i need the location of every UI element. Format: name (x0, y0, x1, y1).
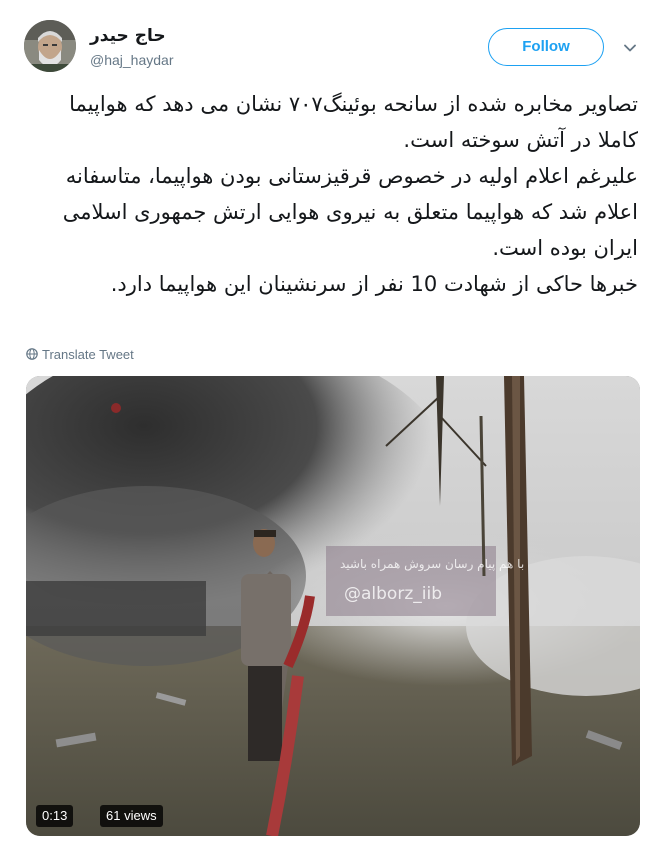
video-views-badge: 61 views (100, 805, 163, 827)
chevron-down-icon[interactable] (622, 40, 638, 56)
avatar[interactable] (24, 20, 76, 72)
tweet-header: حاج حیدر @haj_haydar Follow (24, 20, 644, 76)
user-handle[interactable]: @haj_haydar (90, 52, 174, 68)
video-frame (26, 376, 640, 836)
video-watermark-text: با هم پیام رسان سروش همراه باشید (340, 557, 525, 571)
tweet-card: حاج حیدر @haj_haydar Follow تصاویر مخابر… (0, 0, 660, 846)
translate-tweet-label: Translate Tweet (42, 347, 134, 362)
user-display-name[interactable]: حاج حیدر (90, 26, 166, 46)
video-watermark-handle: @alborz_iib (344, 584, 442, 604)
follow-button[interactable]: Follow (488, 28, 604, 66)
tweet-text-line: علیرغم اعلام اولیه در خصوص قرقیزستانی بو… (62, 164, 638, 260)
tweet-text-line: تصاویر مخابره شده از سانحه بوئینگ۷۰۷ نشا… (69, 92, 638, 152)
video-duration-badge: 0:13 (36, 805, 74, 827)
tweet-text-line: خبرها حاکی از شهادت 10 نفر از سرنشینان ا… (110, 272, 638, 296)
video-player[interactable]: با هم پیام رسان سروش همراه باشید @alborz… (26, 376, 640, 836)
globe-icon (26, 348, 38, 360)
tweet-text: تصاویر مخابره شده از سانحه بوئینگ۷۰۷ نشا… (24, 86, 638, 302)
